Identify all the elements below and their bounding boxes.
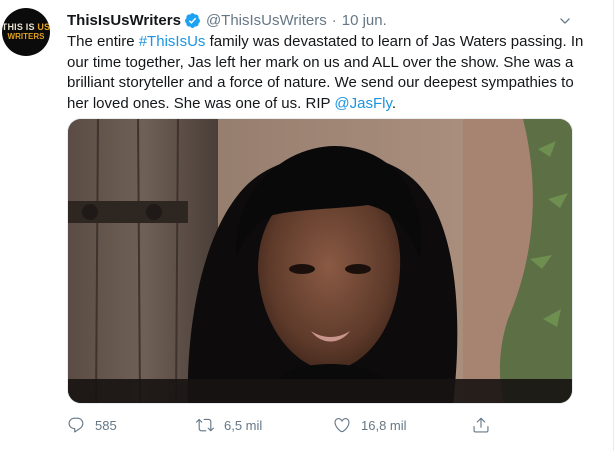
- tweet-text: The entire #ThisIsUs family was devastat…: [67, 32, 587, 114]
- tweet-actions: 585 6,5 mil 16,8 mil: [67, 414, 527, 436]
- share-button[interactable]: [472, 416, 512, 434]
- display-name[interactable]: ThisIsUsWriters: [67, 12, 181, 29]
- tweet-date[interactable]: 10 jun.: [342, 12, 387, 29]
- separator-dot: ·: [331, 11, 337, 29]
- retweet-count: 6,5 mil: [224, 417, 263, 433]
- retweet-icon: [196, 418, 214, 432]
- hashtag-link[interactable]: #ThisIsUs: [139, 33, 206, 50]
- avatar-logo-writers: WRITERS: [7, 32, 45, 41]
- share-icon: [473, 417, 489, 433]
- mention-link[interactable]: @JasFly: [334, 95, 391, 112]
- chevron-down-icon[interactable]: [558, 14, 572, 28]
- avatar-logo-this-is: THIS IS: [2, 22, 38, 32]
- avatar-logo-text: THIS IS US: [2, 23, 50, 32]
- reply-icon: [68, 417, 84, 433]
- tweet-text-part: .: [391, 94, 397, 112]
- tweet-photo[interactable]: [67, 118, 573, 404]
- heart-icon: [334, 418, 350, 433]
- reply-count: 585: [95, 417, 117, 433]
- tweet-header: ThisIsUsWriters @ThisIsUsWriters · 10 ju…: [67, 10, 387, 30]
- avatar-logo-us: US: [37, 22, 50, 32]
- like-count: 16,8 mil: [361, 417, 407, 433]
- tweet-card[interactable]: THIS IS US WRITERS ThisIsUsWriters @This…: [0, 0, 614, 451]
- avatar[interactable]: THIS IS US WRITERS: [2, 8, 50, 56]
- retweet-button[interactable]: 6,5 mil: [196, 416, 333, 434]
- verified-badge-icon: [184, 12, 200, 28]
- tweet-text-part: The entire: [67, 33, 139, 50]
- reply-button[interactable]: 585: [67, 416, 196, 434]
- like-button[interactable]: 16,8 mil: [333, 416, 472, 434]
- portrait-photo: [68, 119, 572, 403]
- user-handle[interactable]: @ThisIsUsWriters: [206, 12, 327, 29]
